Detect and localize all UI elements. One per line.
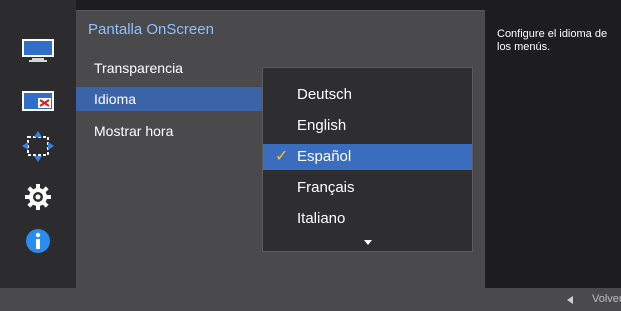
settings-gear-icon[interactable] (20, 182, 56, 212)
info-icon[interactable] (20, 226, 56, 256)
menu-item-label: Transparencia (94, 60, 183, 76)
chevron-down-icon[interactable] (364, 240, 372, 245)
back-label[interactable]: Volver (592, 293, 621, 305)
osd-menu: Pantalla OnScreen Transparencia Idioma M… (0, 0, 621, 311)
option-italiano[interactable]: Italiano (263, 206, 472, 232)
position-size-icon[interactable] (20, 131, 56, 162)
menu-item-label: Mostrar hora (94, 123, 174, 139)
category-sidebar (0, 0, 76, 288)
help-text: Configure el idioma de los menús. (497, 28, 608, 53)
option-label: Français (297, 179, 355, 196)
option-label: Deutsch (297, 86, 353, 103)
option-english[interactable]: English (263, 113, 472, 139)
language-dropdown[interactable]: Deutsch English ✓ Español Français Itali… (262, 67, 473, 252)
footer-bar: Volver (0, 288, 621, 311)
option-label: Español (297, 148, 352, 165)
menu-item-mostrar-hora[interactable]: Mostrar hora (76, 119, 262, 143)
option-deutsch[interactable]: Deutsch (263, 82, 472, 108)
back-arrow-icon[interactable] (567, 296, 573, 304)
menu-item-idioma[interactable]: Idioma (76, 87, 262, 111)
option-espanol[interactable]: ✓ Español (263, 144, 472, 170)
picture-in-picture-icon[interactable] (20, 86, 56, 116)
checkmark-icon: ✓ (275, 148, 289, 165)
menu-item-transparencia[interactable]: Transparencia (76, 56, 262, 80)
menu-item-label: Idioma (94, 91, 137, 107)
option-francais[interactable]: Français (263, 175, 472, 201)
panel-title: Pantalla OnScreen (88, 21, 214, 38)
help-panel: Configure el idioma de los menús. (487, 10, 621, 288)
option-label: Italiano (297, 210, 346, 227)
option-label: English (297, 117, 347, 134)
monitor-icon[interactable] (20, 36, 56, 66)
